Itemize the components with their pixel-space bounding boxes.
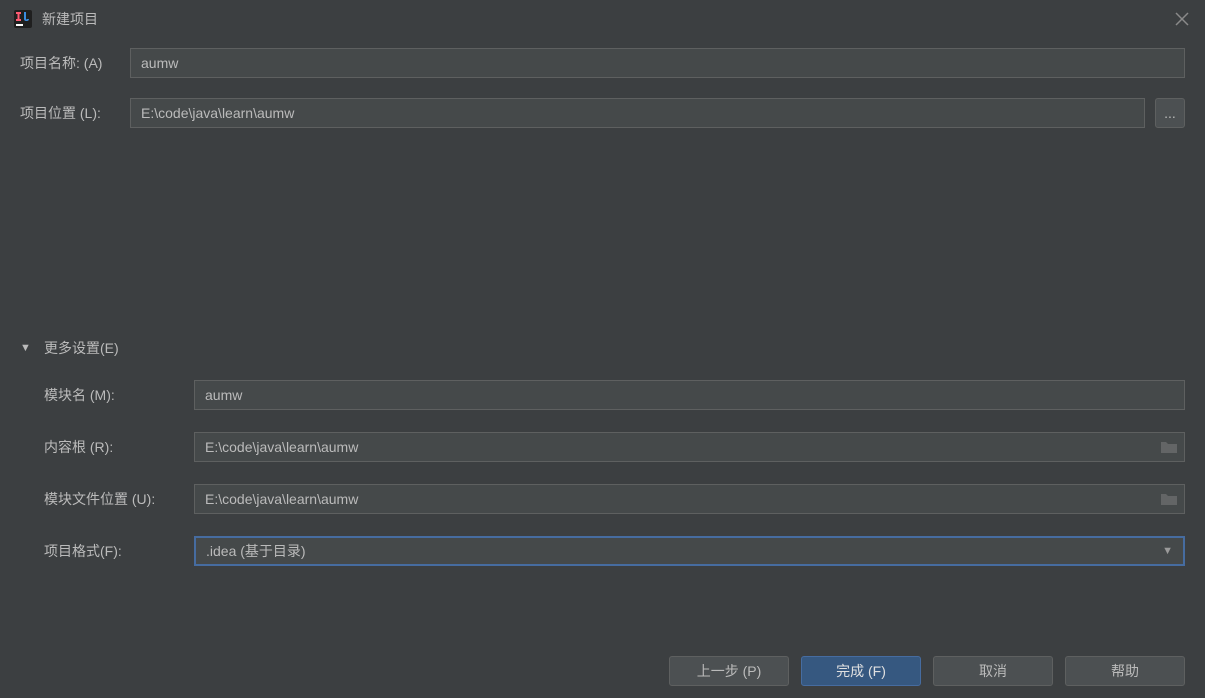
project-name-row: 项目名称: (A) [20, 48, 1185, 78]
window-title: 新建项目 [42, 9, 1173, 29]
help-button[interactable]: 帮助 [1065, 656, 1185, 686]
previous-button[interactable]: 上一步 (P) [669, 656, 789, 686]
folder-icon[interactable] [1160, 492, 1178, 506]
project-format-value: .idea (基于目录) [206, 541, 306, 561]
chevron-down-icon: ▼ [1162, 545, 1173, 557]
intellij-icon [14, 10, 32, 28]
main-form: 项目名称: (A) 项目位置 (L): ... [0, 38, 1205, 128]
project-format-label: 项目格式(F): [44, 541, 194, 561]
project-name-input[interactable] [130, 48, 1185, 78]
more-settings-form: 模块名 (M): 内容根 (R): 模块文件位置 (U): 项目格式(F): [0, 380, 1205, 566]
more-settings-toggle[interactable]: ▼ 更多设置(E) [0, 338, 1205, 358]
project-location-row: 项目位置 (L): ... [20, 98, 1185, 128]
project-location-input[interactable] [130, 98, 1145, 128]
content-root-input[interactable] [195, 433, 1160, 461]
module-name-input[interactable] [194, 380, 1185, 410]
finish-button[interactable]: 完成 (F) [801, 656, 921, 686]
content-root-field [194, 432, 1185, 462]
project-name-label: 项目名称: (A) [20, 53, 130, 73]
button-bar: 上一步 (P) 完成 (F) 取消 帮助 [669, 656, 1185, 686]
project-format-select[interactable]: .idea (基于目录) ▼ [194, 536, 1185, 566]
titlebar: 新建项目 [0, 0, 1205, 38]
module-file-location-row: 模块文件位置 (U): [44, 484, 1185, 514]
content-root-row: 内容根 (R): [44, 432, 1185, 462]
project-location-label: 项目位置 (L): [20, 103, 130, 123]
content-root-label: 内容根 (R): [44, 437, 194, 457]
browse-button[interactable]: ... [1155, 98, 1185, 128]
folder-icon[interactable] [1160, 440, 1178, 454]
cancel-button[interactable]: 取消 [933, 656, 1053, 686]
more-settings-label: 更多设置(E) [44, 338, 119, 358]
module-file-location-field [194, 484, 1185, 514]
module-file-location-input[interactable] [195, 485, 1160, 513]
module-file-location-label: 模块文件位置 (U): [44, 489, 194, 509]
chevron-down-icon: ▼ [20, 342, 34, 354]
module-name-row: 模块名 (M): [44, 380, 1185, 410]
module-name-label: 模块名 (M): [44, 385, 194, 405]
project-format-row: 项目格式(F): .idea (基于目录) ▼ [44, 536, 1185, 566]
close-icon[interactable] [1173, 10, 1191, 28]
